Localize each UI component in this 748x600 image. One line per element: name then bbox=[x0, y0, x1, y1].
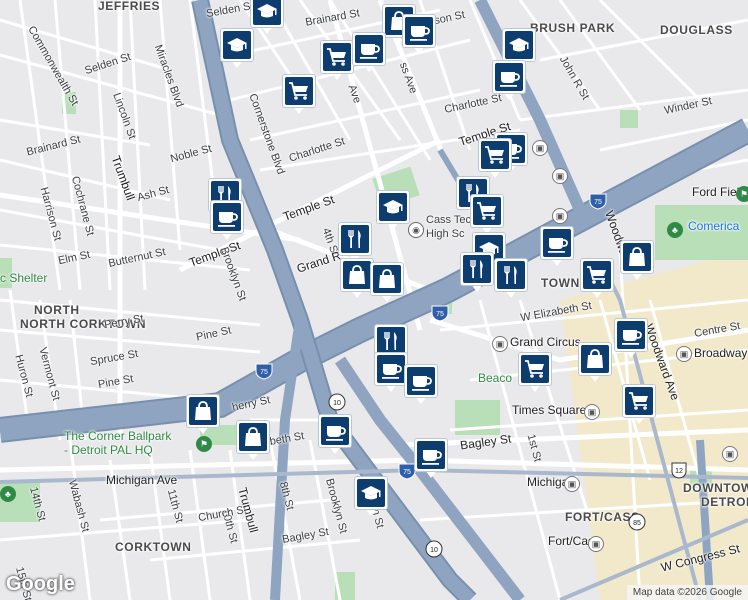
district-label-north: NORTH bbox=[34, 303, 80, 317]
poi-pin[interactable] bbox=[340, 258, 374, 300]
district-label-douglass: DOUGLASS bbox=[660, 23, 733, 37]
poi-pin[interactable] bbox=[414, 438, 448, 480]
district-label-foxtown: TOWN bbox=[541, 276, 580, 290]
poi-pin[interactable] bbox=[492, 60, 526, 102]
state-route-shield-number: 10 bbox=[430, 547, 438, 554]
street-label-broadway: Broadway bbox=[694, 346, 748, 360]
school-marker-icon[interactable]: ◉ bbox=[408, 222, 424, 238]
place-label-beacon: Beaco bbox=[478, 371, 513, 385]
stadium-icon[interactable]: ⚑ bbox=[736, 186, 748, 202]
poi-pin[interactable] bbox=[622, 384, 656, 426]
poi-pin[interactable] bbox=[318, 414, 352, 456]
state-route-shield-icon: 85 bbox=[628, 513, 646, 531]
map-attribution[interactable]: Map data ©2026 Google bbox=[626, 585, 748, 600]
place-label-cass-tech-2[interactable]: High Sc bbox=[426, 228, 465, 240]
transit-label-times-square: Times Square bbox=[512, 403, 587, 417]
poi-pin[interactable] bbox=[614, 318, 648, 360]
poi-pin[interactable] bbox=[354, 476, 388, 518]
transit-station-icon[interactable]: ▣ bbox=[584, 404, 600, 420]
transit-station-icon[interactable]: ▣ bbox=[492, 336, 508, 352]
poi-pin[interactable] bbox=[470, 194, 504, 236]
poi-pin[interactable] bbox=[620, 240, 654, 282]
poi-pin[interactable] bbox=[404, 364, 438, 406]
transit-label-grand-circus: Grand Circus bbox=[510, 335, 581, 349]
us-route-shield-number: 12 bbox=[675, 468, 683, 475]
interstate-shield-number: 75 bbox=[260, 369, 268, 376]
poi-pin[interactable] bbox=[518, 352, 552, 394]
poi-pin[interactable] bbox=[460, 252, 494, 294]
poi-pin[interactable] bbox=[578, 342, 612, 384]
interstate-shield-number: 75 bbox=[436, 311, 444, 318]
poi-pin[interactable] bbox=[210, 200, 244, 242]
us-route-shield-icon: 12 bbox=[671, 462, 687, 479]
district-label-downtown: DOWNTOWN bbox=[683, 481, 748, 495]
district-label-corktown: CORKTOWN bbox=[115, 540, 192, 554]
transit-station-icon[interactable]: ▣ bbox=[552, 168, 568, 184]
google-logo: Google bbox=[6, 573, 75, 595]
interstate-shield-icon: 75 bbox=[255, 363, 273, 380]
transit-station-icon[interactable]: ▣ bbox=[552, 208, 568, 224]
place-label-comerica[interactable]: Comerica bbox=[688, 220, 739, 232]
street-label-michigan-w: Michigan Ave bbox=[106, 473, 178, 487]
interstate-shield-number: 75 bbox=[403, 469, 411, 476]
transit-station-icon[interactable]: ▣ bbox=[588, 536, 604, 552]
map-view[interactable]: JEFFRIES BRUSH PARK DOUGLASS NORTH NORTH… bbox=[0, 0, 748, 600]
poi-pin[interactable] bbox=[402, 14, 436, 56]
state-route-shield-number: 85 bbox=[633, 520, 641, 527]
poi-pin[interactable] bbox=[352, 32, 386, 74]
poi-pin[interactable] bbox=[376, 190, 410, 232]
poi-pin[interactable] bbox=[186, 394, 220, 436]
poi-pin[interactable] bbox=[282, 74, 316, 116]
poi-pin[interactable] bbox=[494, 258, 528, 300]
poi-pin[interactable] bbox=[236, 420, 270, 462]
district-label-brush-park: BRUSH PARK bbox=[530, 21, 616, 35]
state-route-shield-number: 10 bbox=[333, 400, 341, 407]
poi-pin[interactable] bbox=[374, 352, 408, 394]
interstate-shield-number: 75 bbox=[594, 199, 602, 206]
place-label-ballpark[interactable]: The Corner Ballpark bbox=[64, 430, 171, 442]
poi-pin[interactable] bbox=[220, 28, 254, 70]
transit-station-icon[interactable]: ▣ bbox=[564, 476, 580, 492]
poi-pin[interactable] bbox=[580, 258, 614, 300]
interstate-shield-icon: 75 bbox=[589, 193, 607, 210]
district-label-jeffries: JEFFRIES bbox=[98, 0, 161, 13]
transit-station-icon[interactable]: ▣ bbox=[532, 140, 548, 156]
place-label-ballpark-2[interactable]: - Detroit PAL HQ bbox=[64, 444, 153, 456]
transit-station-icon[interactable]: ▣ bbox=[722, 446, 738, 462]
district-label-detroit: DETROIT bbox=[701, 495, 748, 509]
poi-pin[interactable] bbox=[320, 40, 354, 82]
poi-pin[interactable] bbox=[250, 0, 284, 36]
park-icon[interactable]: ♣ bbox=[0, 486, 16, 502]
stadium-icon[interactable]: ⚑ bbox=[196, 436, 212, 452]
interstate-shield-icon: 75 bbox=[431, 305, 449, 322]
transit-station-icon[interactable]: ▣ bbox=[676, 346, 692, 362]
place-label-shelter: c Shelter bbox=[0, 271, 48, 285]
state-route-shield-icon: 10 bbox=[328, 393, 346, 411]
park-icon[interactable]: ♣ bbox=[667, 222, 683, 238]
state-route-shield-icon: 10 bbox=[425, 540, 443, 558]
poi-pin[interactable] bbox=[540, 226, 574, 268]
poi-pin[interactable] bbox=[370, 262, 404, 304]
poi-pin[interactable] bbox=[478, 138, 512, 180]
